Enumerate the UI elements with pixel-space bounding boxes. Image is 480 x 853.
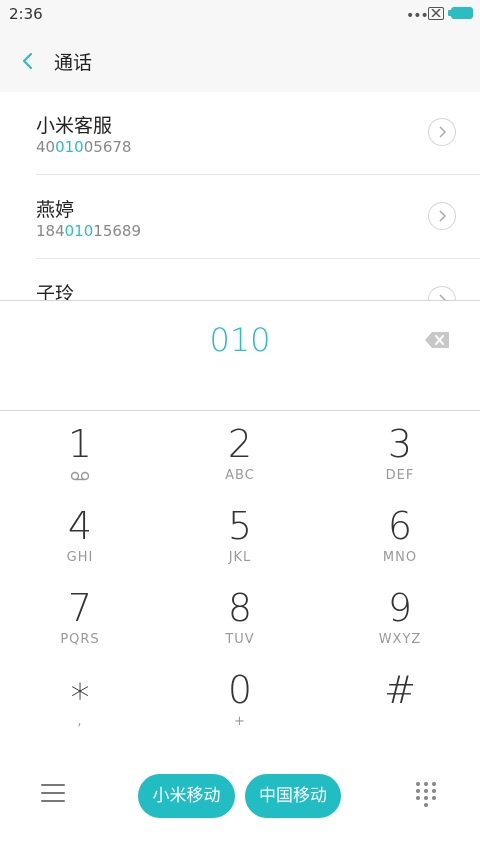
contact-number: 18401015689: [36, 222, 141, 240]
key-letters: WXYZ: [378, 632, 422, 647]
page-title: 通话: [54, 52, 93, 74]
matched-contacts-list: 小米客服 4001005678 燕婷 18401015689 子玲: [0, 92, 480, 302]
dial-display: 010: [0, 300, 480, 411]
dialed-number[interactable]: 010: [0, 321, 480, 359]
bottom-action-bar: 小米移动 中国移动: [0, 760, 480, 853]
key-9[interactable]: 9 WXYZ: [320, 574, 480, 656]
contact-name: 燕婷: [36, 199, 75, 221]
key-6[interactable]: 6 MNO: [320, 492, 480, 574]
key-digit: 9: [387, 586, 413, 630]
key-1[interactable]: 1: [0, 410, 160, 492]
key-letters: MNO: [382, 550, 418, 565]
key-letters: GHI: [66, 550, 94, 565]
contact-number: 4001005678: [36, 138, 132, 156]
contact-item[interactable]: 小米客服 4001005678: [36, 92, 480, 176]
backspace-icon[interactable]: [424, 331, 450, 349]
menu-icon[interactable]: [41, 784, 65, 804]
key-digit: 8: [227, 586, 253, 630]
key-digit: 5: [227, 504, 253, 548]
key-letters: PQRS: [60, 632, 100, 647]
back-arrow-icon[interactable]: [18, 50, 40, 72]
call-sim2-button[interactable]: 中国移动: [245, 774, 341, 818]
status-bar: 2:36 •••: [0, 0, 480, 30]
contact-detail-arrow-icon[interactable]: [428, 202, 456, 230]
key-5[interactable]: 5 JKL: [160, 492, 320, 574]
key-letters: TUV: [225, 632, 255, 647]
key-digit: 3: [387, 422, 413, 466]
key-digit: 6: [387, 504, 413, 548]
key-letters: DEF: [385, 468, 415, 483]
key-letters: [320, 714, 480, 730]
battery-icon: [448, 7, 473, 19]
key-4[interactable]: 4 GHI: [0, 492, 160, 574]
no-sim-icon: [428, 7, 444, 20]
key-digit: 2: [227, 422, 253, 466]
contact-item[interactable]: 子玲: [36, 260, 480, 302]
key-digit: 7: [67, 586, 93, 630]
key-digit: 0: [227, 668, 253, 712]
key-8[interactable]: 8 TUV: [160, 574, 320, 656]
divider: [36, 258, 480, 259]
key-letters: ,: [77, 714, 83, 729]
key-letters: JKL: [228, 550, 252, 565]
key-digit: 4: [67, 504, 93, 548]
key-star[interactable]: ∗ ,: [0, 656, 160, 738]
key-letters: +: [234, 714, 246, 729]
key-7[interactable]: 7 PQRS: [0, 574, 160, 656]
key-digit: ∗: [68, 668, 92, 712]
key-2[interactable]: 2 ABC: [160, 410, 320, 492]
key-letters: ABC: [225, 468, 255, 483]
key-hash[interactable]: #: [320, 656, 480, 738]
status-time: 2:36: [9, 5, 43, 23]
divider: [36, 174, 480, 175]
contact-detail-arrow-icon[interactable]: [428, 118, 456, 146]
contact-item[interactable]: 燕婷 18401015689: [36, 176, 480, 260]
more-notifications-icon: •••: [406, 8, 429, 24]
key-0[interactable]: 0 +: [160, 656, 320, 738]
contact-name: 子玲: [36, 283, 75, 302]
contact-name: 小米客服: [36, 115, 113, 137]
matched-digits: 010: [55, 138, 84, 156]
key-digit: #: [384, 668, 416, 712]
key-digit: 1: [67, 422, 93, 466]
dial-keypad: 1 2 ABC 3 DEF 4 GHI 5 JKL 6 MNO 7 PQRS 8…: [0, 410, 480, 750]
app-header: 通话: [0, 30, 480, 92]
voicemail-icon: [0, 468, 160, 484]
matched-digits: 010: [64, 222, 94, 240]
hide-keypad-icon[interactable]: [416, 782, 438, 810]
call-sim1-button[interactable]: 小米移动: [138, 774, 235, 818]
key-3[interactable]: 3 DEF: [320, 410, 480, 492]
